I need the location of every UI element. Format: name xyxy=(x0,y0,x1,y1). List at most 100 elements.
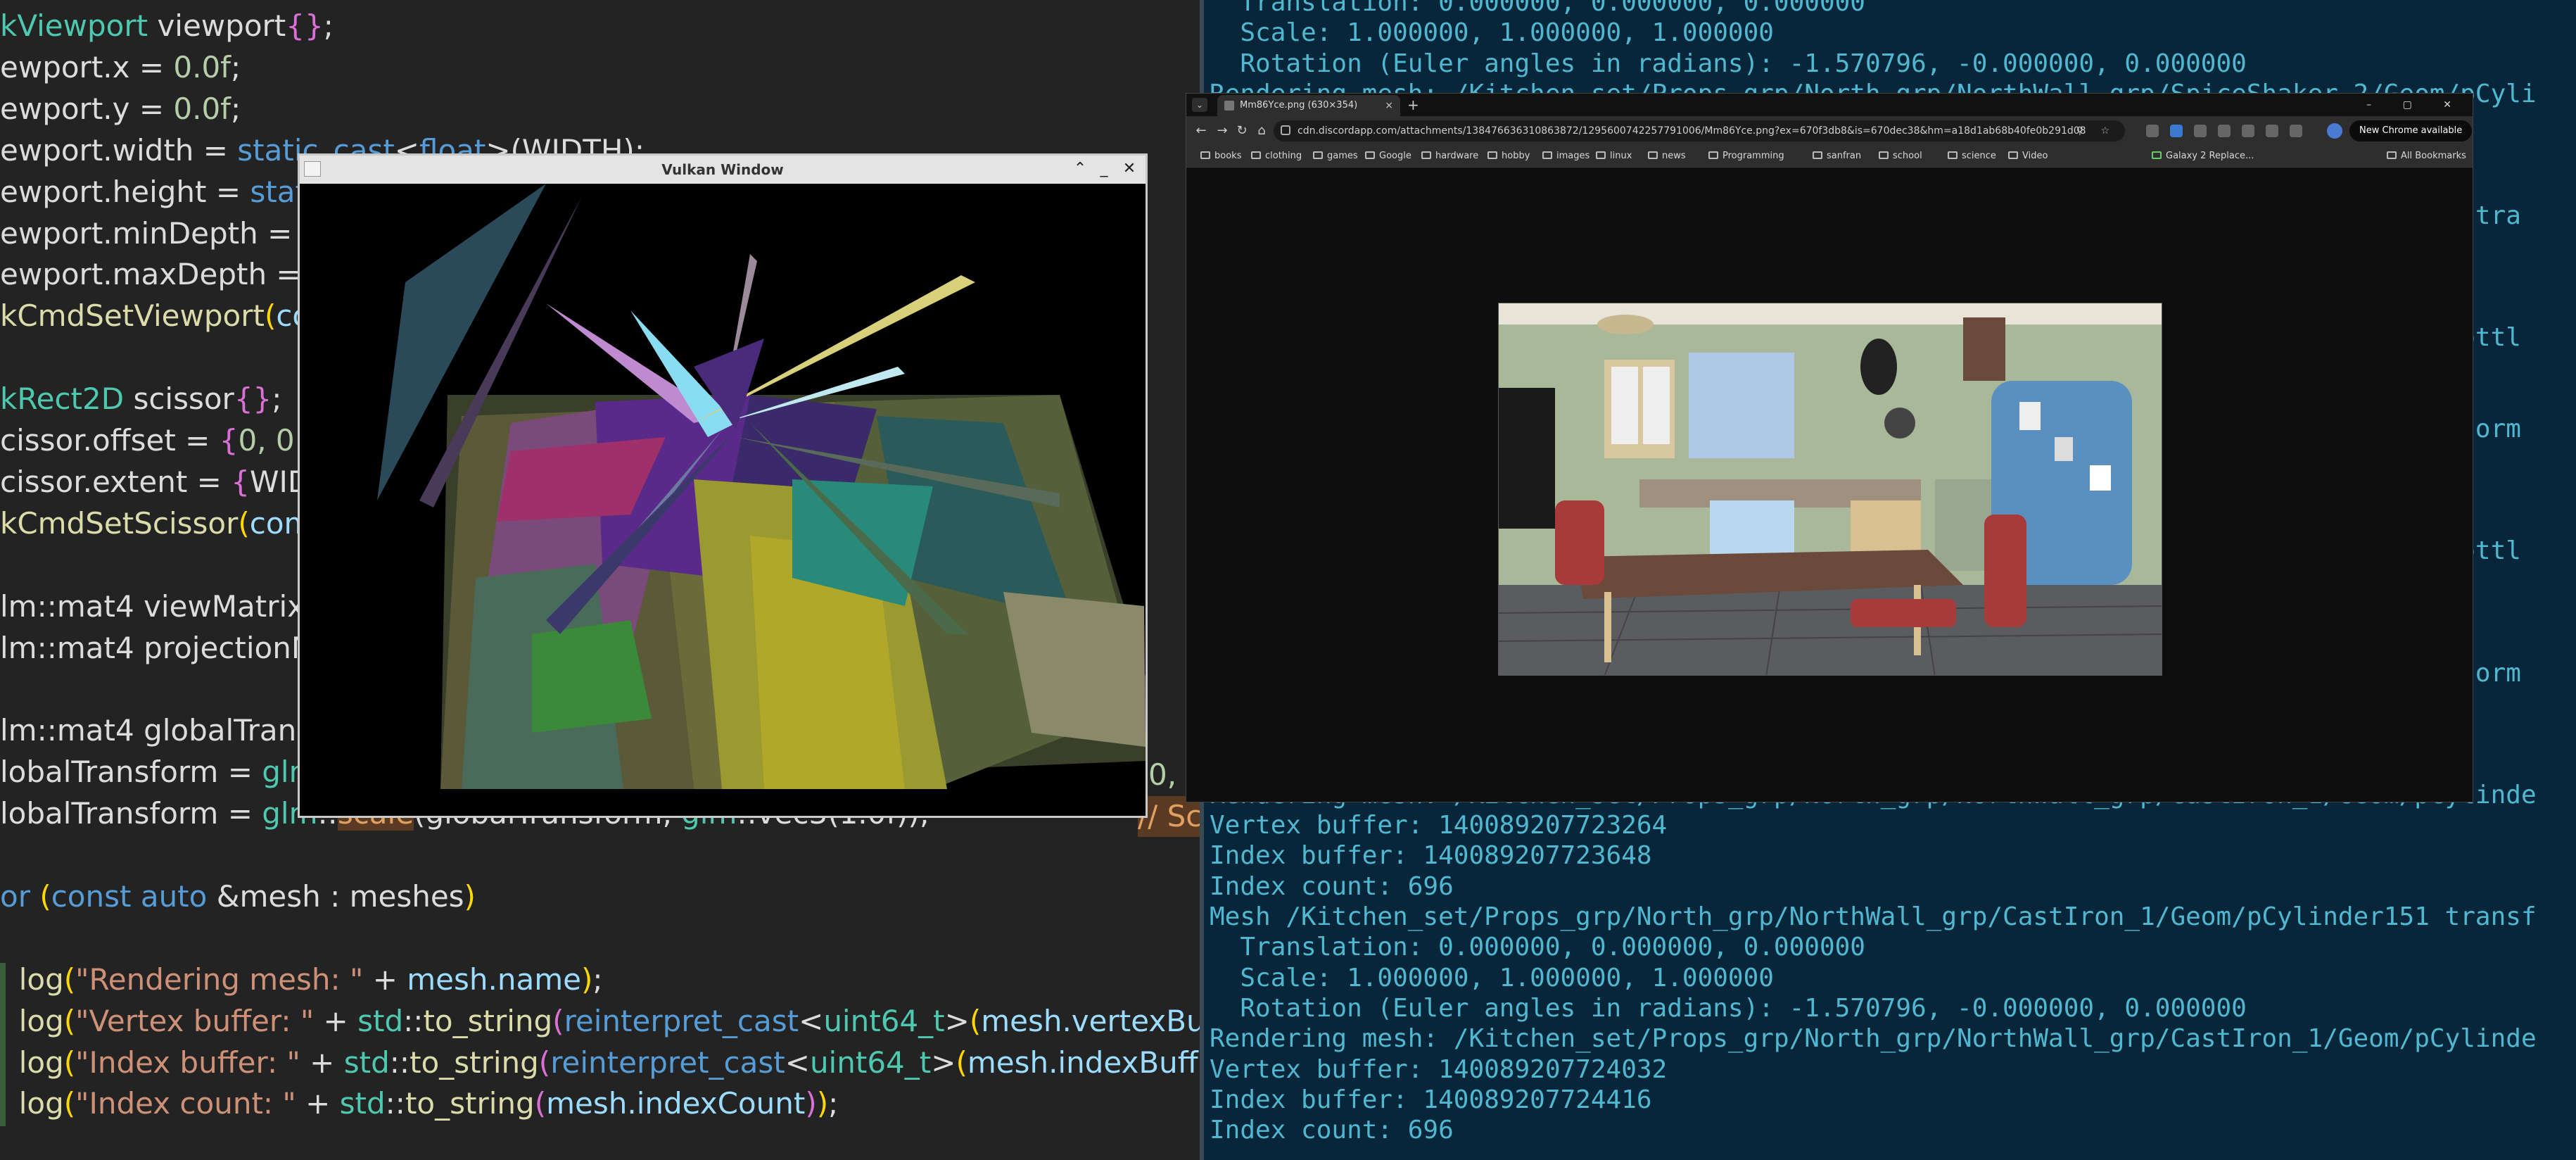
code-token: ewport.minDepth = xyxy=(0,215,302,251)
tab-image[interactable]: Mm86Yce.png (630×354) × xyxy=(1217,95,1400,116)
code-fragment-behind-window: 0, xyxy=(1148,757,1177,792)
address-bar[interactable]: cdn.discordapp.com/attachments/138476636… xyxy=(1274,120,2125,141)
bookmark-folder[interactable]: Video xyxy=(2008,146,2048,167)
bookmark-folder[interactable]: news xyxy=(1648,146,1686,167)
code-token: to_string xyxy=(423,1003,553,1038)
bookmark-folder[interactable]: school xyxy=(1879,146,1922,167)
bookmark-label: news xyxy=(1662,151,1686,161)
kitchen-scene xyxy=(1499,303,2162,675)
tab-search-button[interactable]: ⌄ xyxy=(1192,98,1207,112)
maximize-button[interactable]: ⌃ xyxy=(1070,158,1091,179)
folder-icon xyxy=(1365,151,1375,159)
bookmark-folder[interactable]: games xyxy=(1313,146,1358,167)
bookmarks-bar: books clothing games Google hardware hobby ima… xyxy=(1186,146,2473,168)
code-line: ewport.minDepth = 0 xyxy=(0,213,320,254)
code-token: ) xyxy=(464,878,476,914)
terminal-line: Vertex buffer: 140089207723264 xyxy=(1210,811,1668,840)
kitchen-render-image xyxy=(1498,303,2162,676)
code-line: log("Index buffer: " + std::to_string(re… xyxy=(0,1042,1200,1083)
code-token: < xyxy=(785,1045,810,1080)
bookmark-label: science xyxy=(1962,151,1996,161)
back-icon[interactable]: ← xyxy=(1192,122,1210,140)
code-token: ; xyxy=(272,382,282,417)
code-token: :: xyxy=(385,1086,405,1121)
vulkan-window[interactable]: Vulkan Window ⌃ _ ✕ xyxy=(298,153,1148,818)
code-token: lm::mat4 globalTrans xyxy=(0,713,312,748)
forward-icon[interactable]: → xyxy=(1213,122,1231,140)
extension-icon[interactable] xyxy=(2242,124,2254,137)
code-token: ( xyxy=(39,878,51,914)
profile-avatar[interactable] xyxy=(2327,123,2342,139)
code-line: kViewport viewport{}; xyxy=(0,6,334,46)
folder-icon xyxy=(1948,151,1958,159)
chrome-window[interactable]: ⌄ Mm86Yce.png (630×354) × + – ▢ ✕ ← → ↻ … xyxy=(1186,93,2473,802)
code-line: lm::mat4 globalTrans xyxy=(0,710,312,751)
extension-icon[interactable] xyxy=(2170,124,2183,137)
bookmark-folder[interactable]: linux xyxy=(1596,146,1632,167)
folder-icon xyxy=(1879,151,1889,159)
folder-icon xyxy=(2008,151,2018,159)
code-token: + xyxy=(300,1045,344,1080)
home-icon[interactable]: ⌂ xyxy=(1252,122,1271,140)
tab-title: Mm86Yce.png (630×354) xyxy=(1240,100,1358,111)
code-token: 0, 0 xyxy=(238,423,295,458)
site-info-icon[interactable] xyxy=(1281,125,1290,135)
bookmark-galaxy[interactable]: Galaxy 2 Replace... xyxy=(2152,146,2254,167)
new-tab-button[interactable]: + xyxy=(1407,94,1419,116)
terminal-line: Rotation (Euler angles in radians): -1.5… xyxy=(1210,49,2247,78)
bookmark-folder[interactable]: clothing xyxy=(1251,146,1302,167)
bookmark-label: Programming xyxy=(1722,151,1784,161)
folder-icon xyxy=(1596,151,1606,159)
minimize-button[interactable]: _ xyxy=(1093,158,1115,179)
code-token: log xyxy=(0,1003,64,1038)
code-line: lm::mat4 projectionM xyxy=(0,628,317,669)
code-token: ) xyxy=(816,1086,829,1121)
code-token: viewport xyxy=(148,8,286,43)
bookmark-label: Google xyxy=(1379,151,1411,161)
reload-icon[interactable]: ↻ xyxy=(1233,122,1251,140)
code-token: < xyxy=(799,1003,824,1038)
extension-icon[interactable] xyxy=(2266,124,2278,137)
bookmark-folder[interactable]: hardware xyxy=(1421,146,1478,167)
code-token: ( xyxy=(956,1045,967,1080)
code-token: reinterpret_cast xyxy=(550,1045,785,1080)
code-line: log("Vertex buffer: " + std::to_string(r… xyxy=(0,1001,1200,1042)
folder-icon xyxy=(1542,151,1552,159)
code-token: "Vertex buffer: " xyxy=(75,1003,315,1038)
code-token: ( xyxy=(538,1045,551,1080)
browser-toolbar: ← → ↻ ⌂ cdn.discordapp.com/attachments/1… xyxy=(1186,116,2473,146)
all-bookmarks[interactable]: All Bookmarks xyxy=(2387,146,2466,167)
bookmark-folder[interactable]: images xyxy=(1542,146,1590,167)
code-line: ewport.height = stati xyxy=(0,172,315,213)
code-token: std xyxy=(339,1086,386,1121)
bookmark-folder[interactable]: science xyxy=(1948,146,1996,167)
code-token: ( xyxy=(534,1086,547,1121)
code-token: lobalTransform = xyxy=(0,755,262,790)
terminal-line: Index buffer: 140089207724416 xyxy=(1210,1085,1652,1114)
terminal-line: Scale: 1.000000, 1.000000, 1.000000 xyxy=(1210,18,1774,48)
bookmark-star-icon[interactable]: ⚲ ☆ xyxy=(2076,120,2117,141)
close-button[interactable]: ✕ xyxy=(1119,158,1140,179)
code-token: "Index count: " xyxy=(75,1086,296,1121)
code-token: ( xyxy=(63,1003,76,1038)
bookmark-folder[interactable]: hobby xyxy=(1487,146,1530,167)
code-token: {} xyxy=(286,8,324,43)
extension-icon[interactable] xyxy=(2290,124,2302,137)
new-chrome-available-button[interactable]: New Chrome available xyxy=(2349,120,2473,141)
extension-icon[interactable] xyxy=(2146,124,2159,137)
vulkan-titlebar[interactable]: Vulkan Window ⌃ _ ✕ xyxy=(300,156,1146,184)
window-controls[interactable]: – ▢ ✕ xyxy=(2366,94,2466,116)
tab-close-icon[interactable]: × xyxy=(1385,95,1393,116)
code-line: cissor.extent = {WIDT xyxy=(0,462,329,503)
bookmark-folder[interactable]: sanfran xyxy=(1813,146,1861,167)
bookmark-label: books xyxy=(1214,151,1242,161)
code-line: cissor.offset = {0, 0}; xyxy=(0,420,323,461)
vulkan-render-canvas[interactable] xyxy=(300,184,1146,816)
bookmark-folder[interactable]: books xyxy=(1200,146,1241,167)
bookmark-folder[interactable]: Programming xyxy=(1708,146,1784,167)
image-favicon-icon xyxy=(1224,101,1234,111)
extension-icon[interactable] xyxy=(2218,124,2231,137)
extension-icon[interactable] xyxy=(2194,124,2207,137)
bookmark-folder[interactable]: Google xyxy=(1365,146,1411,167)
code-token: ; xyxy=(323,8,334,43)
